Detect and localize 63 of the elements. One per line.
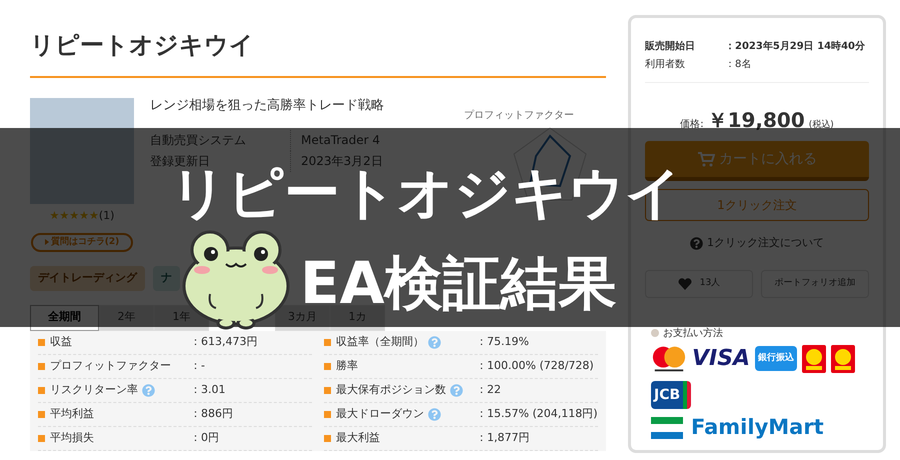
bullet-icon (38, 434, 45, 442)
stat-label: 最大ドローダウン (336, 406, 424, 422)
page-title: リピートオジキウイ (30, 30, 255, 61)
star-icon: ★ (59, 208, 70, 224)
stat-label: 最大保有ポジション数 (336, 382, 446, 398)
banner-subtitle: EA検証結果 (300, 254, 617, 312)
price: ￥19,800 (708, 107, 805, 134)
stat-label: 平均利益 (50, 406, 94, 422)
bullet-icon (651, 329, 659, 337)
one-click-help-link[interactable]: 1クリック注文について (707, 235, 824, 252)
meta-value: ：8名 (725, 58, 752, 72)
stat-value: ：- (190, 358, 205, 374)
mastercard-logo-icon (651, 344, 687, 372)
d-logo-icon (831, 344, 856, 372)
stat-value: ：100.00% (728/728) (476, 358, 594, 374)
stat-value: ：3.01 (190, 382, 226, 398)
review-count: (1) (98, 208, 114, 224)
stat-value: ：75.19% (476, 334, 529, 350)
stat-label: 収益 (50, 334, 72, 350)
product-description: レンジ相場を狙った高勝率トレード戦略 (150, 97, 384, 115)
star-icon: ★ (69, 208, 80, 224)
d-logo-icon (802, 344, 826, 372)
help-icon[interactable] (428, 408, 441, 420)
bank-transfer-logo: 銀行振込 (755, 346, 798, 371)
bullet-icon (38, 386, 45, 394)
visa-logo: VISA (692, 348, 750, 370)
stat-value: ：0円 (190, 430, 219, 446)
stat-label: 収益率（全期間） (336, 334, 424, 350)
bullet-icon (38, 410, 45, 418)
bullet-icon (38, 362, 45, 370)
bullet-icon (324, 434, 331, 442)
meta-label: 利用者数 (645, 58, 686, 72)
help-icon[interactable] (142, 384, 155, 396)
meta-value: ：2023年5月29日 14時40分 (725, 40, 866, 54)
help-icon[interactable] (428, 336, 441, 348)
meta-label: 販売開始日 (645, 40, 696, 54)
bullet-icon (324, 386, 331, 394)
stat-label: 勝率 (336, 358, 358, 374)
bullet-icon (324, 338, 331, 346)
star-icon: ★ (50, 208, 60, 224)
stat-value: ：613,473円 (190, 334, 258, 350)
jcb-logo: JCB (651, 380, 692, 408)
bullet-icon (324, 362, 331, 370)
info-label: 自動売買システム (150, 132, 247, 148)
star-icon: ★ (89, 208, 99, 224)
familymart-stripes-icon (651, 416, 683, 438)
familymart-logo: FamilyMart (691, 417, 824, 438)
radar-label: プロフィットファクター (464, 108, 574, 122)
price-label: 価格: (680, 118, 704, 132)
stat-value: ：22 (476, 382, 501, 398)
help-icon[interactable] (450, 384, 463, 396)
stat-value: ：15.57% (204,118円) (476, 406, 598, 422)
stat-value: ：1,877円 (476, 430, 530, 446)
bullet-icon (38, 338, 45, 346)
payment-title: お支払い方法 (663, 326, 723, 340)
stat-label: プロフィットファクター (50, 358, 171, 374)
stat-label: リスクリターン率 (50, 382, 138, 398)
star-icon: ★ (79, 208, 90, 224)
stat-value: ：886円 (190, 406, 233, 422)
tax-note: (税込) (808, 119, 834, 132)
bullet-icon (324, 410, 331, 418)
stat-label: 最大利益 (336, 430, 380, 446)
stat-label: 平均損失 (50, 430, 94, 446)
